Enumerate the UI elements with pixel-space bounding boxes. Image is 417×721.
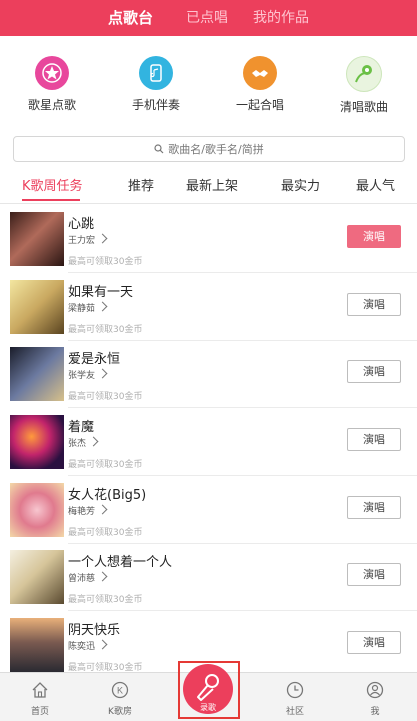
sing-button[interactable]: 演唱 bbox=[347, 428, 401, 451]
category-label: 手机伴奏 bbox=[131, 98, 180, 112]
song-artist[interactable]: 曾沛慈 bbox=[68, 571, 108, 584]
tab-weekly-task[interactable]: K歌周任务 bbox=[22, 177, 83, 201]
song-title: 阴天快乐 bbox=[68, 623, 121, 638]
nav-me[interactable]: 我 bbox=[345, 681, 405, 717]
album-cover bbox=[10, 347, 64, 401]
divider bbox=[68, 272, 417, 273]
category-a-cappella[interactable]: 清唱歌曲 bbox=[319, 56, 409, 115]
divider bbox=[68, 407, 417, 408]
chevron-right-icon bbox=[97, 571, 108, 582]
album-cover bbox=[10, 212, 64, 266]
song-title: 心跳 bbox=[68, 217, 95, 232]
tab-strongest[interactable]: 最实力 bbox=[281, 177, 320, 201]
k-room-icon: K bbox=[111, 681, 129, 699]
song-artist[interactable]: 梁静茹 bbox=[68, 301, 108, 314]
song-title: 女人花(Big5) bbox=[68, 488, 147, 503]
sing-button[interactable]: 演唱 bbox=[347, 563, 401, 586]
chevron-right-icon bbox=[97, 233, 108, 244]
album-cover bbox=[10, 483, 64, 537]
microphone-leaf-icon bbox=[346, 56, 382, 92]
category-label: 歌星点歌 bbox=[27, 98, 76, 112]
song-row[interactable]: 一个人想着一个人 曾沛慈 最高可领取30金币 演唱 bbox=[0, 550, 417, 618]
song-row[interactable]: 女人花(Big5) 梅艳芳 最高可领取30金币 演唱 bbox=[0, 483, 417, 551]
album-cover bbox=[10, 280, 64, 334]
chevron-right-icon bbox=[97, 504, 108, 515]
divider bbox=[0, 203, 417, 204]
song-artist[interactable]: 梅艳芳 bbox=[68, 504, 108, 517]
nav-label: 首页 bbox=[30, 707, 49, 717]
song-artist[interactable]: 王力宏 bbox=[68, 233, 108, 246]
sing-button[interactable]: 演唱 bbox=[347, 293, 401, 316]
divider bbox=[68, 475, 417, 476]
sing-button[interactable]: 演唱 bbox=[347, 360, 401, 383]
reward-text: 最高可领取30金币 bbox=[68, 325, 143, 335]
song-title: 着魔 bbox=[68, 420, 95, 435]
reward-text: 最高可领取30金币 bbox=[68, 460, 143, 470]
tab-requested[interactable]: 已点唱 bbox=[186, 0, 228, 36]
song-row[interactable]: 着魔 张杰 最高可领取30金币 演唱 bbox=[0, 415, 417, 483]
top-bar: 点歌台 已点唱 我的作品 bbox=[0, 0, 417, 36]
nav-label: 社区 bbox=[285, 707, 304, 717]
nav-label: 我 bbox=[370, 707, 380, 717]
divider bbox=[68, 610, 417, 611]
search-placeholder: 歌曲名/歌手名/简拼 bbox=[168, 143, 264, 156]
sing-button[interactable]: 演唱 bbox=[347, 496, 401, 519]
tab-most-popular[interactable]: 最人气 bbox=[356, 177, 395, 201]
category-duet[interactable]: 一起合唱 bbox=[215, 56, 305, 113]
category-label: 清唱歌曲 bbox=[339, 100, 388, 114]
svg-text:K: K bbox=[117, 686, 123, 696]
reward-text: 最高可领取30金币 bbox=[68, 392, 143, 402]
reward-text: 最高可领取30金币 bbox=[68, 528, 143, 538]
song-row[interactable]: 爱是永恒 张学友 最高可领取30金币 演唱 bbox=[0, 347, 417, 415]
song-title: 如果有一天 bbox=[68, 285, 134, 300]
sing-button[interactable]: 演唱 bbox=[347, 225, 401, 248]
search-icon bbox=[154, 144, 164, 154]
tab-song-station[interactable]: 点歌台 bbox=[108, 0, 153, 36]
chevron-right-icon bbox=[97, 639, 108, 650]
home-icon bbox=[32, 682, 48, 698]
chevron-right-icon bbox=[97, 368, 108, 379]
active-tab-indicator bbox=[22, 199, 80, 201]
sing-button[interactable]: 演唱 bbox=[347, 631, 401, 654]
album-cover bbox=[10, 618, 64, 672]
nav-k-room[interactable]: K K歌房 bbox=[90, 681, 150, 717]
handshake-icon bbox=[243, 56, 277, 90]
user-icon bbox=[366, 681, 384, 699]
chevron-right-icon bbox=[97, 301, 108, 312]
phone-icon bbox=[139, 56, 173, 90]
tab-newest[interactable]: 最新上架 bbox=[186, 177, 238, 201]
nav-label: K歌房 bbox=[108, 707, 132, 717]
song-artist[interactable]: 张学友 bbox=[68, 368, 108, 381]
star-icon bbox=[35, 56, 69, 90]
search-input[interactable]: 歌曲名/歌手名/简拼 bbox=[13, 136, 405, 162]
album-cover bbox=[10, 415, 64, 469]
divider bbox=[68, 543, 417, 544]
song-title: 一个人想着一个人 bbox=[68, 555, 173, 570]
tab-my-works[interactable]: 我的作品 bbox=[253, 0, 309, 36]
album-cover bbox=[10, 550, 64, 604]
category-label: 一起合唱 bbox=[235, 98, 284, 112]
tab-recommended[interactable]: 推荐 bbox=[128, 177, 154, 201]
nav-community[interactable]: 社区 bbox=[265, 681, 325, 717]
song-row[interactable]: 心跳 王力宏 最高可领取30金币 演唱 bbox=[0, 212, 417, 280]
clock-icon bbox=[286, 681, 304, 699]
category-star-songs[interactable]: 歌星点歌 bbox=[7, 56, 97, 113]
nav-label: 录歌 bbox=[200, 703, 216, 712]
song-title: 爱是永恒 bbox=[68, 352, 121, 367]
reward-text: 最高可领取30金币 bbox=[68, 257, 143, 267]
category-phone-accompaniment[interactable]: 手机伴奏 bbox=[111, 56, 201, 113]
reward-text: 最高可领取30金币 bbox=[68, 595, 143, 605]
nav-home[interactable]: 首页 bbox=[10, 681, 70, 717]
song-artist[interactable]: 张杰 bbox=[68, 436, 99, 449]
song-artist[interactable]: 陈奕迅 bbox=[68, 639, 108, 652]
divider bbox=[68, 340, 417, 341]
chevron-right-icon bbox=[88, 436, 99, 447]
song-row[interactable]: 如果有一天 梁静茹 最高可领取30金币 演唱 bbox=[0, 280, 417, 348]
